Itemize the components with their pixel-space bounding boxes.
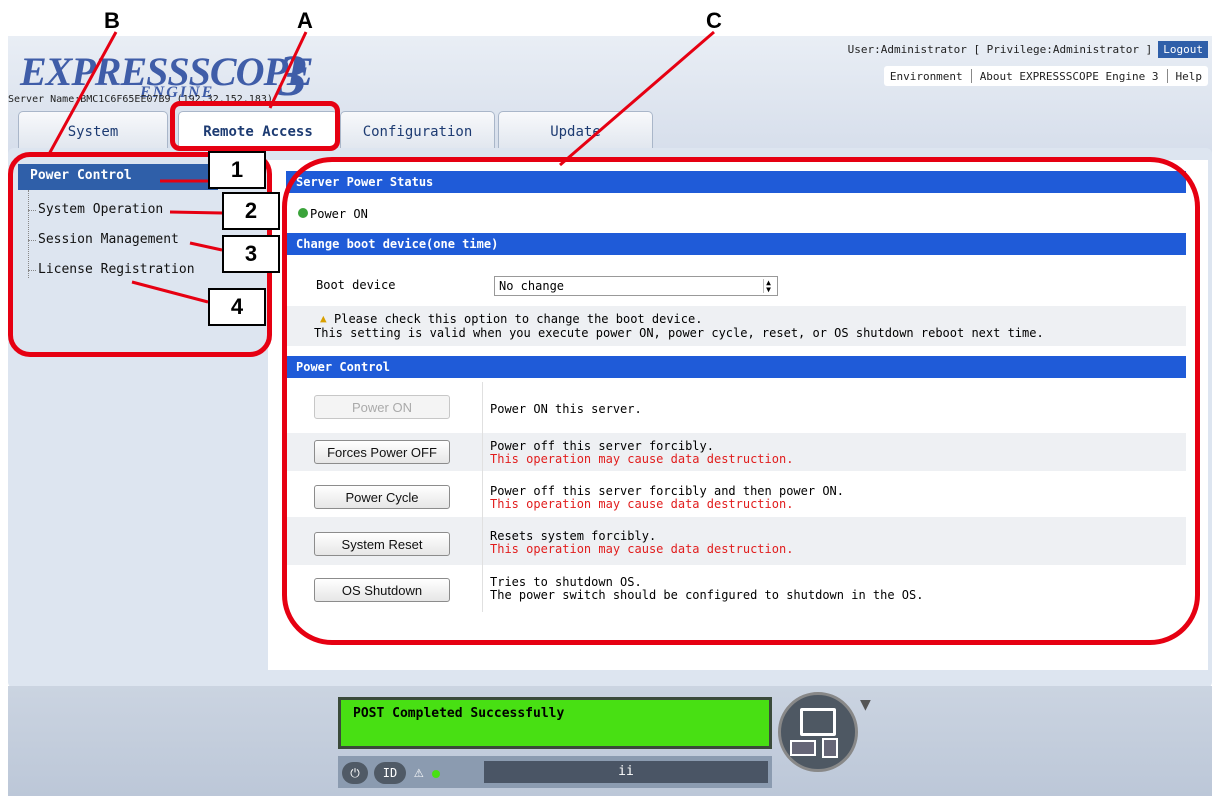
annotation-leader-lines xyxy=(46,30,715,304)
